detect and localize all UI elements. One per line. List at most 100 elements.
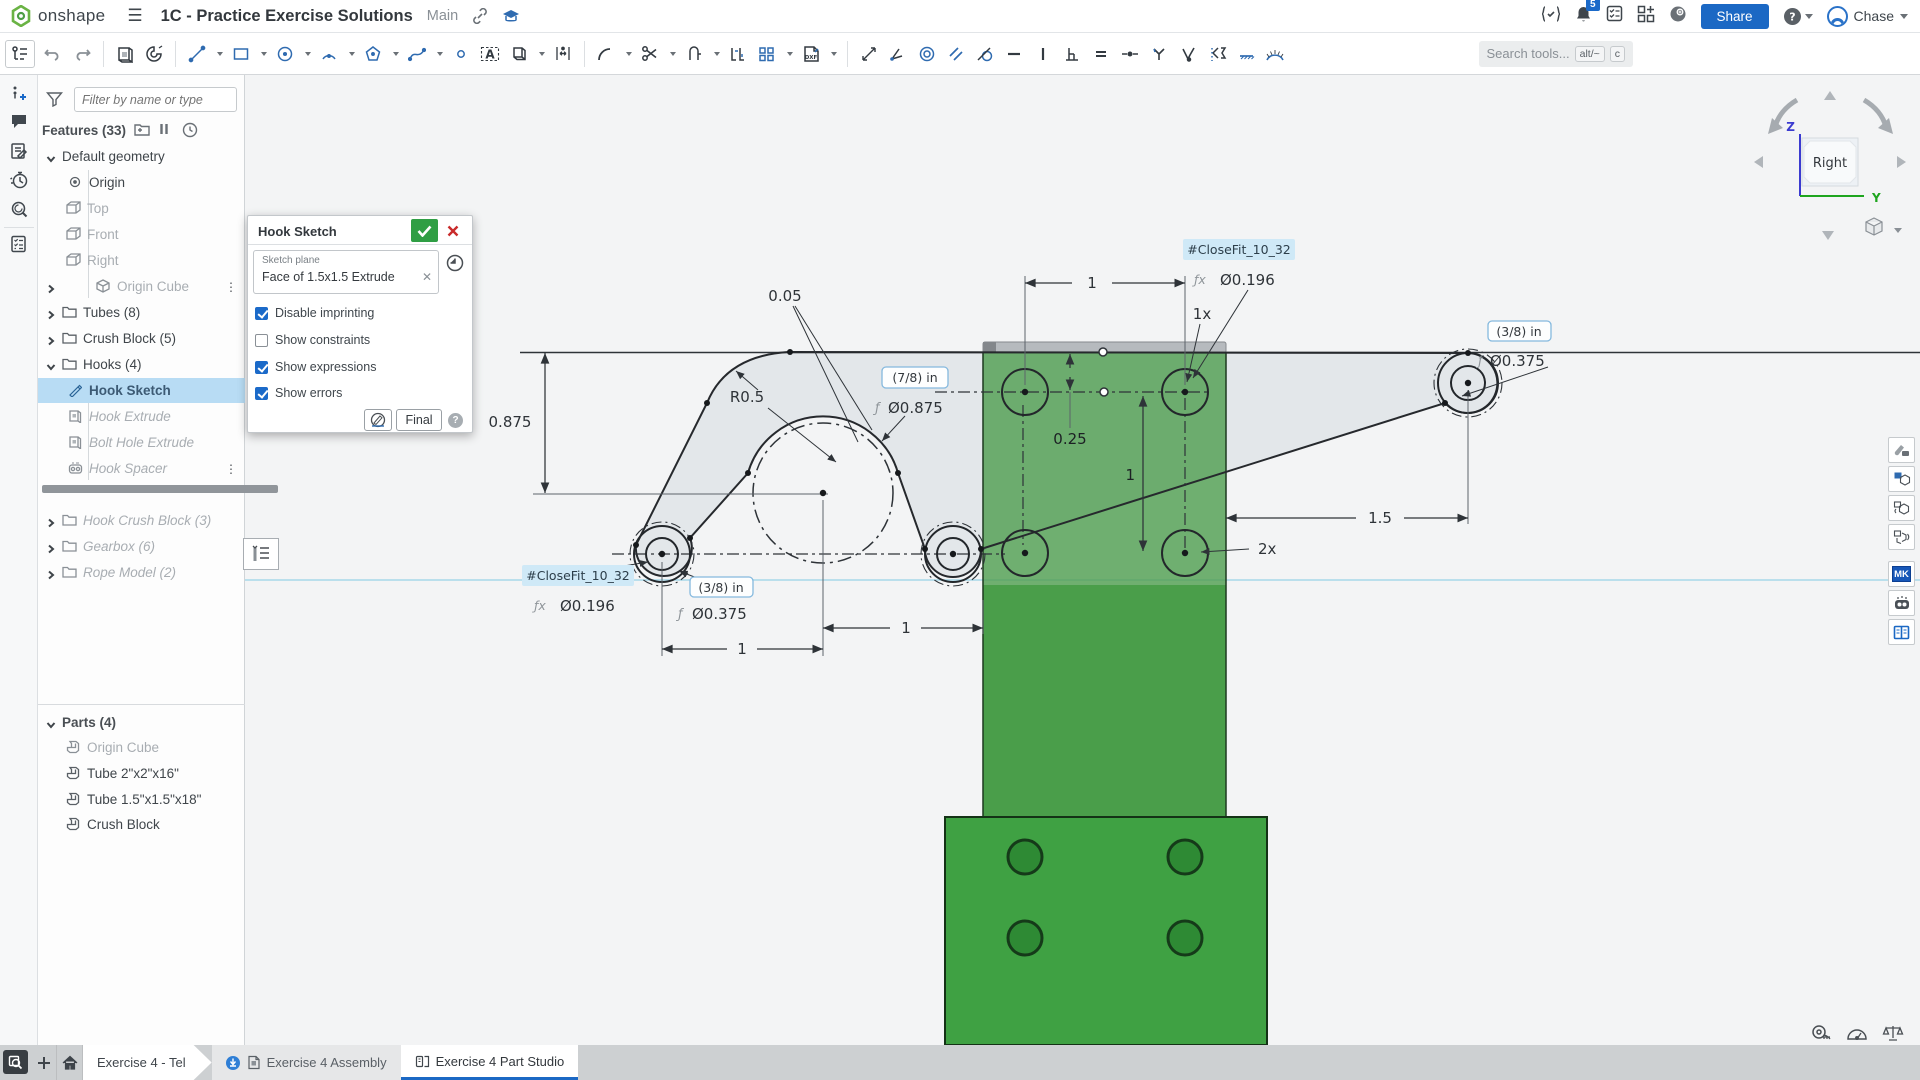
view-cube[interactable]: Right Z Y bbox=[1735, 78, 1920, 258]
redo-icon[interactable] bbox=[71, 40, 93, 68]
tab-exercise-4-tel[interactable]: Exercise 4 - Tel bbox=[83, 1045, 212, 1080]
circular-pattern-tool-icon[interactable] bbox=[756, 40, 778, 68]
mirror-tool-caret[interactable] bbox=[539, 52, 545, 56]
import-dxf-tool-caret[interactable] bbox=[831, 52, 837, 56]
text-tool-icon[interactable]: A bbox=[479, 40, 501, 68]
part-item-origin-cube[interactable]: Origin Cube bbox=[38, 735, 245, 760]
menu-icon[interactable]: ☰ bbox=[127, 6, 142, 26]
extend-tool-caret[interactable] bbox=[714, 52, 720, 56]
dim-1-vertical[interactable]: 1 bbox=[1125, 466, 1135, 484]
midpoint-constraint-icon[interactable] bbox=[1119, 40, 1141, 68]
dia-0-196-left[interactable]: Ø0.196 bbox=[560, 597, 615, 615]
pierce-constraint-icon[interactable] bbox=[1177, 40, 1199, 68]
final-button[interactable]: Final bbox=[396, 409, 442, 431]
part-item-tube-1-5[interactable]: Tube 1.5"x1.5"x18" bbox=[38, 787, 245, 812]
configurations-panel-icon[interactable] bbox=[1888, 466, 1915, 492]
view-options-caret[interactable] bbox=[1894, 228, 1902, 233]
tree-item-origin[interactable]: Origin bbox=[38, 170, 245, 195]
new-tab-button[interactable] bbox=[31, 1045, 57, 1080]
dim-r0-5[interactable]: R0.5 bbox=[730, 388, 764, 406]
inspect-tool-icon[interactable] bbox=[858, 40, 880, 68]
confirm-button[interactable] bbox=[411, 219, 438, 242]
dim-0-25[interactable]: 0.25 bbox=[1053, 430, 1086, 448]
point-tool-icon[interactable] bbox=[450, 40, 472, 68]
documentation-app-icon[interactable] bbox=[1888, 619, 1915, 645]
tree-item-bolt-hole-extrude[interactable]: Bolt Hole Extrude bbox=[38, 430, 245, 455]
chevron-right-icon[interactable] bbox=[46, 308, 56, 318]
rotate-down-icon[interactable] bbox=[1822, 231, 1834, 240]
arc-tool-icon[interactable] bbox=[318, 40, 340, 68]
coincident-constraint-icon[interactable] bbox=[887, 40, 909, 68]
notes-icon[interactable] bbox=[10, 142, 28, 160]
protractor-icon[interactable] bbox=[1846, 1024, 1868, 1044]
tube-face-lower[interactable] bbox=[983, 585, 1226, 817]
tasks-icon[interactable] bbox=[1606, 5, 1623, 27]
filter-icon[interactable] bbox=[46, 91, 63, 110]
undo-icon[interactable] bbox=[42, 40, 64, 68]
history-icon[interactable] bbox=[10, 171, 28, 189]
mirror-tool-icon[interactable] bbox=[508, 40, 530, 68]
learning-center-icon[interactable] bbox=[502, 9, 520, 23]
linear-pattern-tool-icon[interactable] bbox=[727, 40, 749, 68]
line-tool-caret[interactable] bbox=[217, 52, 223, 56]
view-cube-face-label[interactable]: Right bbox=[1813, 156, 1847, 171]
sketch-canvas[interactable]: 0.05 R0.5 0.875 1 1 1 0.25 1 1.5 1x 2x #… bbox=[245, 75, 1920, 1045]
tab-exercise-4-assembly[interactable]: Exercise 4 Assembly bbox=[212, 1045, 401, 1080]
perpendicular-constraint-icon[interactable] bbox=[1061, 40, 1083, 68]
equal-constraint-icon[interactable] bbox=[1090, 40, 1112, 68]
mk-app-icon[interactable]: MK bbox=[1888, 561, 1915, 587]
chevron-right-icon[interactable] bbox=[46, 542, 56, 552]
dim-0-05[interactable]: 0.05 bbox=[768, 287, 801, 305]
unit-3-8-in-left[interactable]: (3/8) in bbox=[698, 580, 743, 595]
view-options-cube-icon[interactable] bbox=[1866, 218, 1882, 235]
parts-header-row[interactable]: Parts (4) bbox=[38, 710, 245, 735]
tree-item-top-plane[interactable]: Top bbox=[38, 196, 245, 221]
checkbox-show-expressions[interactable]: Show expressions bbox=[255, 360, 376, 374]
home-tab-button[interactable] bbox=[57, 1045, 83, 1080]
fillet-tool-icon[interactable] bbox=[595, 40, 617, 68]
link-icon[interactable] bbox=[472, 8, 488, 24]
checkbox-show-constraints[interactable]: Show constraints bbox=[255, 333, 370, 347]
offset-tool-icon[interactable] bbox=[552, 40, 574, 68]
help-icon[interactable]: ? bbox=[1783, 7, 1813, 26]
item-menu-icon[interactable]: ⋮ bbox=[225, 462, 237, 476]
import-dxf-tool-icon[interactable]: DXF bbox=[800, 40, 822, 68]
polygon-tool-caret[interactable] bbox=[393, 52, 399, 56]
trim-tool-icon[interactable] bbox=[639, 40, 661, 68]
rotate-left-icon[interactable] bbox=[1754, 156, 1763, 168]
tangent-constraint-icon[interactable] bbox=[974, 40, 996, 68]
crush-block-face[interactable] bbox=[945, 817, 1267, 1045]
tree-item-right-plane[interactable]: Right bbox=[38, 248, 245, 273]
tree-item-hooks-folder[interactable]: Hooks (4) bbox=[38, 352, 245, 377]
fix-constraint-icon[interactable] bbox=[1235, 40, 1257, 68]
share-button[interactable]: Share bbox=[1701, 4, 1769, 29]
chevron-right-icon[interactable] bbox=[46, 568, 56, 578]
rollback-end-icon[interactable] bbox=[182, 122, 198, 138]
workspace-name[interactable]: Main bbox=[427, 8, 458, 24]
extend-tool-icon[interactable] bbox=[683, 40, 705, 68]
rollback-bar[interactable] bbox=[42, 485, 278, 493]
line-tool-icon[interactable] bbox=[186, 40, 208, 68]
tree-item-hook-sketch[interactable]: Hook Sketch bbox=[38, 378, 245, 403]
notifications-icon[interactable]: 5 bbox=[1575, 5, 1592, 28]
checkbox-checked-icon[interactable] bbox=[255, 387, 268, 400]
insert-feature-icon[interactable] bbox=[10, 84, 28, 102]
collapsed-panel-toggle[interactable] bbox=[243, 538, 279, 570]
filter-input[interactable] bbox=[74, 87, 237, 112]
tree-item-tubes-folder[interactable]: Tubes (8) bbox=[38, 300, 245, 325]
dia-0-375-right[interactable]: Ø0.375 bbox=[1490, 352, 1545, 370]
tree-item-hook-spacer[interactable]: Hook Spacer ⋮ bbox=[38, 456, 245, 481]
named-views-panel-icon[interactable] bbox=[1888, 524, 1915, 550]
tree-item-origin-cube[interactable]: Origin Cube ⋮ bbox=[38, 274, 245, 299]
closefit-label-top[interactable]: #CloseFit_10_32 bbox=[1187, 242, 1291, 257]
polygon-tool-icon[interactable] bbox=[362, 40, 384, 68]
fillet-tool-caret[interactable] bbox=[626, 52, 632, 56]
checkbox-show-errors[interactable]: Show errors bbox=[255, 386, 342, 400]
tree-item-rope-model-folder[interactable]: Rope Model (2) bbox=[38, 560, 245, 585]
item-menu-icon[interactable]: ⋮ bbox=[225, 280, 237, 294]
tree-item-default-geometry[interactable]: Default geometry bbox=[38, 144, 245, 169]
chevron-down-icon[interactable] bbox=[46, 360, 56, 370]
revolve-tool-icon[interactable] bbox=[143, 40, 165, 68]
cancel-button[interactable] bbox=[441, 219, 465, 242]
circle-tool-icon[interactable] bbox=[274, 40, 296, 68]
